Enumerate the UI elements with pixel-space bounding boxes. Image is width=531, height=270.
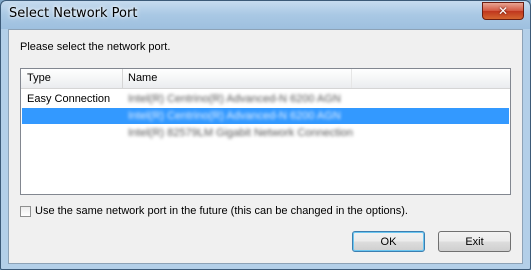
row-name: Intel(R) Centrino(R) Advanced-N 6200 AGN [128, 93, 341, 105]
list-header: Type Name [21, 69, 510, 89]
column-header-name[interactable]: Name [128, 72, 157, 84]
column-divider[interactable] [351, 69, 352, 88]
column-header-type[interactable]: Type [27, 72, 51, 84]
row-type: Easy Connection [27, 93, 111, 105]
same-port-checkbox[interactable] [20, 205, 31, 217]
ok-button[interactable]: OK [352, 231, 425, 252]
list-item[interactable]: Intel(R) 82579LM Gigabit Network Connect… [22, 125, 509, 141]
close-icon: ✕ [497, 4, 509, 18]
window-title: Select Network Port [9, 6, 138, 21]
dialog-window: Select Network Port ✕ Please select the … [0, 0, 531, 270]
prompt-text: Please select the network port. [20, 41, 171, 53]
column-divider[interactable] [122, 69, 123, 88]
row-name: Intel(R) 82579LM Gigabit Network Connect… [128, 127, 354, 139]
dialog-body: Please select the network port. Type Nam… [8, 29, 523, 264]
list-item[interactable]: Easy Connection Intel(R) Centrino(R) Adv… [22, 91, 509, 107]
exit-button[interactable]: Exit [438, 231, 511, 252]
same-port-option[interactable]: Use the same network port in the future … [20, 203, 408, 219]
network-port-list[interactable]: Type Name Easy Connection Intel(R) Centr… [20, 68, 511, 195]
title-bar[interactable]: Select Network Port ✕ [1, 1, 530, 29]
list-item-selected[interactable]: Intel(R) Centrino(R) Advanced-N 6200 AGN [22, 108, 509, 124]
close-button[interactable]: ✕ [482, 2, 524, 20]
row-name: Intel(R) Centrino(R) Advanced-N 6200 AGN [128, 110, 341, 122]
same-port-label[interactable]: Use the same network port in the future … [35, 205, 408, 217]
